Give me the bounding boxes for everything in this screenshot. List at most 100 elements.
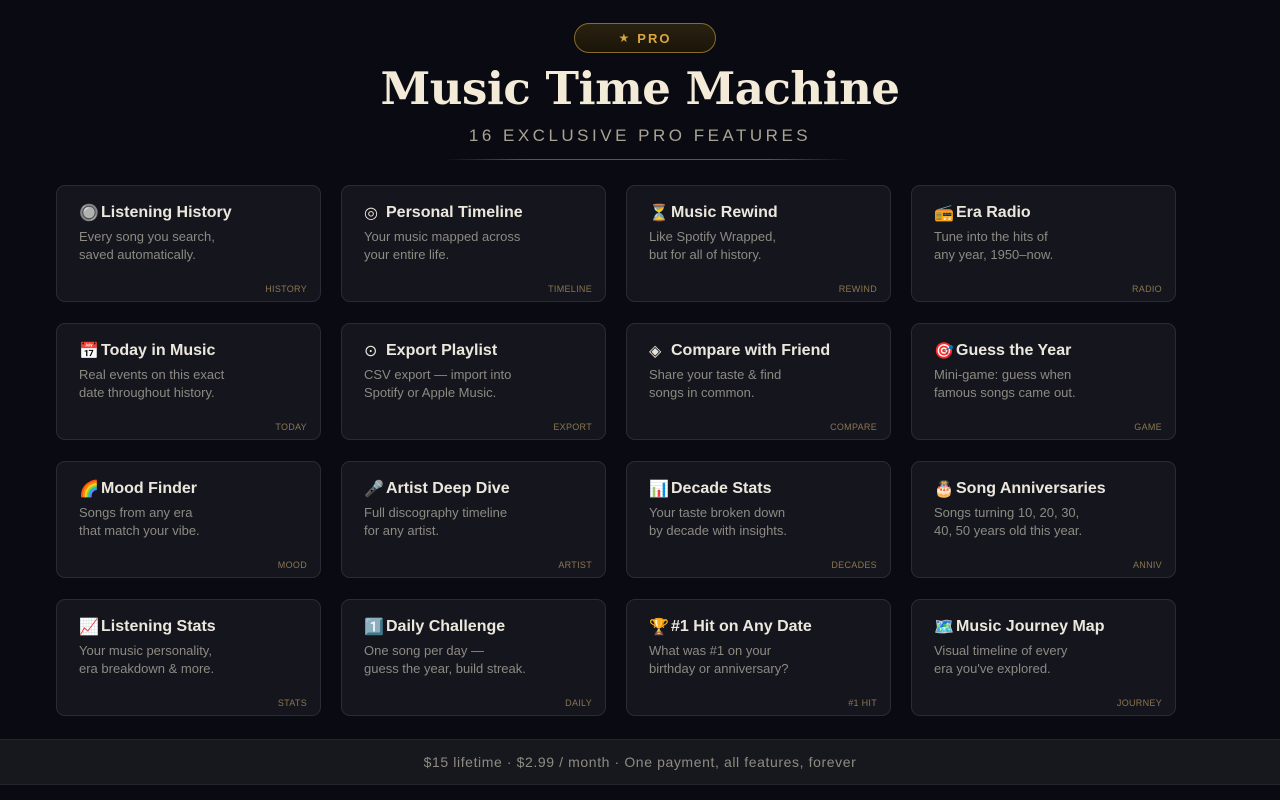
feature-description-line-1: One song per day — xyxy=(364,643,484,658)
feature-name: Music Rewind xyxy=(671,204,778,221)
feature-card[interactable]: ⊙ Export Playlist CSV export — import into… xyxy=(341,323,606,440)
feature-card[interactable]: 🌈 Mood Finder Songs from any era that match… xyxy=(56,461,321,578)
feature-description: Tune into the hits of any year, 1950–now. xyxy=(934,228,1149,264)
feature-name: Guess the Year xyxy=(956,342,1072,359)
feature-name: Daily Challenge xyxy=(386,618,506,635)
feature-tag: DECADES xyxy=(831,560,877,570)
feature-tag: ARTIST xyxy=(558,560,592,570)
feature-description-line-1: Real events on this exact xyxy=(79,367,225,382)
hourglass-icon: ⏳ xyxy=(649,205,669,222)
feature-description-line-1: Your taste broken down xyxy=(649,505,786,520)
feature-description: What was #1 on your birthday or anniversa… xyxy=(649,642,864,678)
pricing-footer: $15 lifetime · $2.99 / month · One payme… xyxy=(0,739,1280,785)
concentric-circle-icon: ◎ xyxy=(364,205,378,222)
feature-card-head: 📊 Decade Stats xyxy=(649,479,772,499)
bar-chart-icon: 📊 xyxy=(649,481,669,498)
feature-tag: #1 HIT xyxy=(848,698,877,708)
feature-card-head: 🔘 Listening History xyxy=(79,203,232,223)
feature-name: Listening Stats xyxy=(101,618,216,635)
feature-name: Export Playlist xyxy=(386,342,498,359)
feature-card[interactable]: 🏆 #1 Hit on Any Date What was #1 on your bi… xyxy=(626,599,891,716)
world-map-icon: 🗺️ xyxy=(934,619,954,636)
feature-description-line-2: but for all of history. xyxy=(649,247,762,262)
feature-card[interactable]: 🎤 Artist Deep Dive Full discography timeli… xyxy=(341,461,606,578)
feature-tag: STATS xyxy=(277,698,307,708)
feature-description-line-2: famous songs came out. xyxy=(934,385,1076,400)
dart-target-icon: 🎯 xyxy=(934,343,954,360)
feature-tag: DAILY xyxy=(565,698,592,708)
feature-description: Like Spotify Wrapped, but for all of hist… xyxy=(649,228,864,264)
feature-description: Songs from any era that match your vibe. xyxy=(79,504,294,540)
feature-description-line-2: 40, 50 years old this year. xyxy=(934,523,1083,538)
feature-description-line-1: Share your taste & find xyxy=(649,367,782,382)
feature-description: Mini-game: guess when famous songs came o… xyxy=(934,366,1149,402)
feature-name: Music Journey Map xyxy=(956,618,1105,635)
feature-name: Artist Deep Dive xyxy=(386,480,510,497)
feature-name: Compare with Friend xyxy=(671,342,831,359)
feature-description-line-1: Visual timeline of every xyxy=(934,643,1068,658)
feature-description: Full discography timeline for any artist. xyxy=(364,504,579,540)
feature-description-line-1: Your music personality, xyxy=(79,643,212,658)
feature-card-head: 📻 Era Radio xyxy=(934,203,1031,223)
page-title: Music Time Machine xyxy=(380,62,900,115)
feature-description-line-1: Tune into the hits of xyxy=(934,229,1048,244)
feature-description: CSV export — import into Spotify or Apple… xyxy=(364,366,579,402)
feature-card-head: 🎂 Song Anniversaries xyxy=(934,479,1106,499)
feature-card-head: 🏆 #1 Hit on Any Date xyxy=(649,617,812,637)
feature-description: Visual timeline of every era you've explo… xyxy=(934,642,1149,678)
feature-card[interactable]: 🎂 Song Anniversaries Songs turning 10, 20,… xyxy=(911,461,1176,578)
feature-card[interactable]: ⏳ Music Rewind Like Spotify Wrapped, but fo… xyxy=(626,185,891,302)
feature-card[interactable]: 🔘 Listening History Every song you search,… xyxy=(56,185,321,302)
feature-tag: ANNIV xyxy=(1132,560,1162,570)
trophy-icon: 🏆 xyxy=(649,619,669,636)
feature-card[interactable]: 📈 Listening Stats Your music personality, e… xyxy=(56,599,321,716)
feature-card-head: 📈 Listening Stats xyxy=(79,617,216,637)
feature-tag: JOURNEY xyxy=(1116,698,1162,708)
feature-name: Today in Music xyxy=(101,342,216,359)
feature-description: Share your taste & find songs in common. xyxy=(649,366,864,402)
header-divider xyxy=(443,159,851,160)
feature-card-head: ⊙ Export Playlist xyxy=(364,341,497,361)
feature-card[interactable]: 📊 Decade Stats Your taste broken down by de… xyxy=(626,461,891,578)
feature-tag: TIMELINE xyxy=(548,284,592,294)
feature-description-line-1: CSV export — import into xyxy=(364,367,512,382)
feature-name: Listening History xyxy=(101,204,232,221)
feature-tag: HISTORY xyxy=(265,284,307,294)
feature-description: Your music personality, era breakdown & m… xyxy=(79,642,294,678)
pricing-text: $15 lifetime · $2.99 / month · One payme… xyxy=(423,754,857,770)
feature-card-head: 📅 Today in Music xyxy=(79,341,215,361)
feature-name: Personal Timeline xyxy=(386,204,523,221)
feature-description-line-1: Full discography timeline xyxy=(364,505,508,520)
feature-description-line-1: Songs turning 10, 20, 30, xyxy=(934,505,1080,520)
feature-tag: MOOD xyxy=(277,560,307,570)
feature-description-line-2: birthday or anniversary? xyxy=(649,661,789,676)
feature-description: Real events on this exact date throughout… xyxy=(79,366,294,402)
feature-card-head: 🎯 Guess the Year xyxy=(934,341,1071,361)
calendar-icon: 📅 xyxy=(79,343,99,360)
birthday-cake-icon: 🎂 xyxy=(934,481,954,498)
feature-card-head: 🗺️ Music Journey Map xyxy=(934,617,1104,637)
feature-description-line-2: era you've explored. xyxy=(934,661,1051,676)
feature-card[interactable]: 🗺️ Music Journey Map Visual timeline of ev… xyxy=(911,599,1176,716)
feature-name: Era Radio xyxy=(956,204,1031,221)
feature-name: Song Anniversaries xyxy=(956,480,1106,497)
feature-description-line-2: Spotify or Apple Music. xyxy=(364,385,497,400)
feature-card[interactable]: 1️⃣ Daily Challenge One song per day — gues… xyxy=(341,599,606,716)
feature-card[interactable]: ◎ Personal Timeline Your music mapped acro… xyxy=(341,185,606,302)
feature-card[interactable]: 🎯 Guess the Year Mini-game: guess when famo… xyxy=(911,323,1176,440)
feature-tag: COMPARE xyxy=(830,422,877,432)
feature-card[interactable]: ◈ Compare with Friend Share your taste & f… xyxy=(626,323,891,440)
feature-name: Decade Stats xyxy=(671,480,772,497)
feature-description-line-2: songs in common. xyxy=(649,385,755,400)
pro-badge-label: PRO xyxy=(637,30,672,46)
number-one-icon: 1️⃣ xyxy=(364,619,384,636)
feature-card-head: ◎ Personal Timeline xyxy=(364,203,523,223)
page-header: ★ PRO Music Time Machine 16 EXCLUSIVE PR… xyxy=(0,0,1280,170)
feature-card-head: 🎤 Artist Deep Dive xyxy=(364,479,510,499)
feature-card[interactable]: 📻 Era Radio Tune into the hits of any year,… xyxy=(911,185,1176,302)
feature-description-line-2: guess the year, build streak. xyxy=(364,661,526,676)
circle-dot-icon: ⊙ xyxy=(364,343,378,360)
feature-card[interactable]: 📅 Today in Music Real events on this exact… xyxy=(56,323,321,440)
feature-description: Your music mapped across your entire life… xyxy=(364,228,579,264)
feature-description-line-2: your entire life. xyxy=(364,247,450,262)
